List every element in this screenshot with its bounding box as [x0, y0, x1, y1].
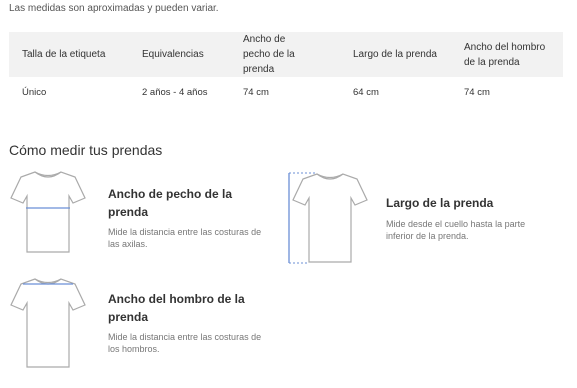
table-row: Único 2 años - 4 años 74 cm 64 cm 74 cm [9, 77, 563, 107]
measure-title-chest: Ancho de pecho de la prenda [108, 187, 233, 219]
shirt-shoulder-icon [10, 278, 86, 368]
measure-title-length: Largo de la prenda [386, 196, 494, 210]
shirt-length-icon [288, 172, 368, 264]
header-length: Largo de la prenda [340, 32, 451, 77]
cell-length: 64 cm [353, 86, 379, 98]
header-shoulder-width: Ancho del hombro de la prenda [451, 32, 563, 77]
cell-chest-width: 74 cm [243, 86, 269, 98]
table-header-row: Talla de la etiqueta Equivalencias Ancho… [9, 32, 563, 77]
measure-title-shoulder: Ancho del hombro de la prenda [108, 292, 245, 324]
size-note: Las medidas son aproximadas y pueden var… [9, 3, 219, 14]
cell-size: Único [22, 86, 47, 98]
measure-desc-chest: Mide la distancia entre las costuras de … [108, 227, 262, 249]
shirt-chest-icon [10, 171, 86, 253]
measure-desc-length: Mide desde el cuello hasta la parte infe… [386, 219, 526, 241]
header-chest-width: Ancho de pecho de la prenda [230, 32, 340, 77]
header-label-size: Talla de la etiqueta [9, 32, 129, 77]
size-table: Talla de la etiqueta Equivalencias Ancho… [9, 32, 563, 107]
cell-shoulder-width: 74 cm [464, 86, 490, 98]
cell-equivalence: 2 años - 4 años [142, 86, 208, 98]
header-equivalences: Equivalencias [129, 32, 230, 77]
how-to-measure-title: Cómo medir tus prendas [9, 142, 163, 158]
measure-desc-shoulder: Mide la distancia entre las costuras de … [108, 332, 262, 354]
